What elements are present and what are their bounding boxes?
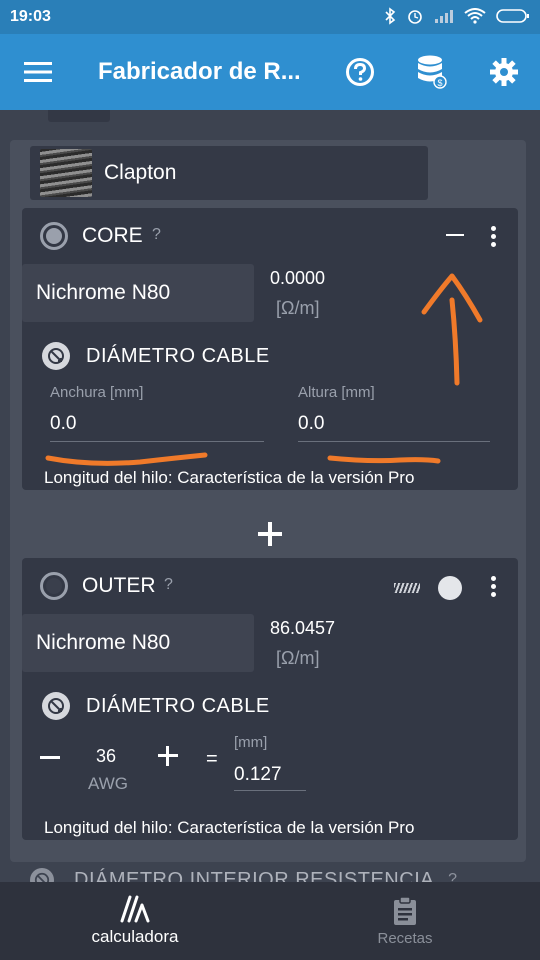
- wire-color-icon[interactable]: [438, 576, 462, 600]
- awg-increment-button[interactable]: [158, 746, 178, 766]
- add-wire-button[interactable]: [258, 522, 282, 546]
- nav-calculadora-label: calculadora: [91, 927, 179, 946]
- core-height-label: Altura [mm]: [298, 384, 375, 401]
- mm-label: [mm]: [234, 734, 268, 751]
- status-icons: [384, 6, 530, 28]
- outer-length-note: Longitud del hilo: Característica de la …: [44, 818, 415, 837]
- core-width-field[interactable]: Anchura [mm] 0.0: [50, 384, 264, 442]
- content-area: Clapton CORE ? Nichrome N80 0.0000 [Ω/m]…: [0, 110, 540, 882]
- diameter-icon: [42, 342, 70, 370]
- diameter-icon: [30, 868, 54, 882]
- outer-diameter-header: DIÁMETRO CABLE: [42, 692, 270, 720]
- bluetooth-icon: [384, 6, 396, 28]
- help-circle-icon[interactable]: [324, 34, 396, 110]
- outer-diameter-label: DIÁMETRO CABLE: [86, 694, 270, 717]
- remove-wire-button[interactable]: [446, 234, 464, 236]
- core-height-input[interactable]: 0.0: [298, 413, 490, 442]
- core-help-icon[interactable]: ?: [152, 226, 161, 244]
- equals-sign: =: [206, 748, 218, 770]
- core-radio-button[interactable]: [40, 222, 68, 250]
- nav-recetas[interactable]: Recetas: [270, 882, 540, 960]
- clipboard-icon: [394, 895, 416, 925]
- outer-resistance-unit: [Ω/m]: [276, 648, 320, 668]
- outer-title: OUTER: [82, 574, 156, 597]
- diameter-icon: [42, 692, 70, 720]
- alarm-clock-icon: [406, 7, 424, 28]
- core-width-input[interactable]: 0.0: [50, 413, 264, 442]
- wire-texture-icon[interactable]: [394, 583, 420, 593]
- coil-type-label: Clapton: [104, 161, 177, 184]
- outer-material-selector[interactable]: Nichrome N80: [22, 614, 254, 672]
- battery-icon: [496, 8, 530, 27]
- status-time: 19:03: [10, 8, 51, 25]
- gear-icon[interactable]: [468, 34, 540, 110]
- outer-help-icon[interactable]: ?: [164, 576, 173, 594]
- mm-value-input[interactable]: 0.127: [234, 764, 306, 791]
- core-more-options-icon[interactable]: [484, 226, 502, 248]
- awg-value: 36: [96, 746, 117, 766]
- nav-recetas-label: Recetas: [377, 929, 433, 947]
- inner-diameter-section-header: DIÁMETRO INTERIOR RESISTENCIA ?: [30, 868, 457, 882]
- inner-diameter-label: DIÁMETRO INTERIOR RESISTENCIA: [74, 868, 435, 883]
- awg-decrement-button[interactable]: [40, 756, 60, 759]
- hamburger-menu-icon[interactable]: [0, 34, 76, 110]
- app-bar: Fabricador de R... $: [0, 34, 540, 110]
- core-height-field[interactable]: Altura [mm] 0.0: [298, 384, 490, 442]
- previous-card-edge: [48, 110, 110, 122]
- calculator-icon: [120, 895, 150, 923]
- core-wire-card: CORE ? Nichrome N80 0.0000 [Ω/m] DIÁMETR…: [22, 208, 518, 490]
- bottom-navigation: calculadora Recetas: [0, 882, 540, 960]
- core-material-selector[interactable]: Nichrome N80: [22, 264, 254, 322]
- clapton-coil-image: [40, 149, 92, 197]
- core-length-note: Longitud del hilo: Característica de la …: [44, 468, 415, 487]
- svg-text:$: $: [437, 78, 442, 88]
- core-width-label: Anchura [mm]: [50, 384, 144, 401]
- core-diameter-label: DIÁMETRO CABLE: [86, 344, 270, 367]
- nav-calculadora[interactable]: calculadora: [0, 882, 270, 960]
- app-title: Fabricador de R...: [98, 58, 301, 85]
- database-icon[interactable]: $: [396, 34, 468, 110]
- inner-diameter-help-icon[interactable]: ?: [448, 871, 457, 882]
- coil-type-selector[interactable]: Clapton: [30, 146, 428, 200]
- core-resistance-value: 0.0000: [270, 268, 326, 288]
- coil-card: Clapton CORE ? Nichrome N80 0.0000 [Ω/m]…: [10, 140, 526, 862]
- wifi-icon: [464, 7, 486, 27]
- awg-unit: AWG: [88, 774, 128, 793]
- core-diameter-header: DIÁMETRO CABLE: [42, 342, 270, 370]
- core-resistance-unit: [Ω/m]: [276, 298, 320, 318]
- signal-icon: [434, 8, 454, 27]
- status-bar: 19:03: [0, 0, 540, 34]
- outer-wire-card: OUTER ? Nichrome N80 86.0457 [Ω/m] DIÁME…: [22, 558, 518, 840]
- outer-radio-button[interactable]: [40, 572, 68, 600]
- core-title: CORE: [82, 224, 143, 247]
- outer-more-options-icon[interactable]: [484, 576, 502, 598]
- outer-resistance-value: 86.0457: [270, 618, 336, 638]
